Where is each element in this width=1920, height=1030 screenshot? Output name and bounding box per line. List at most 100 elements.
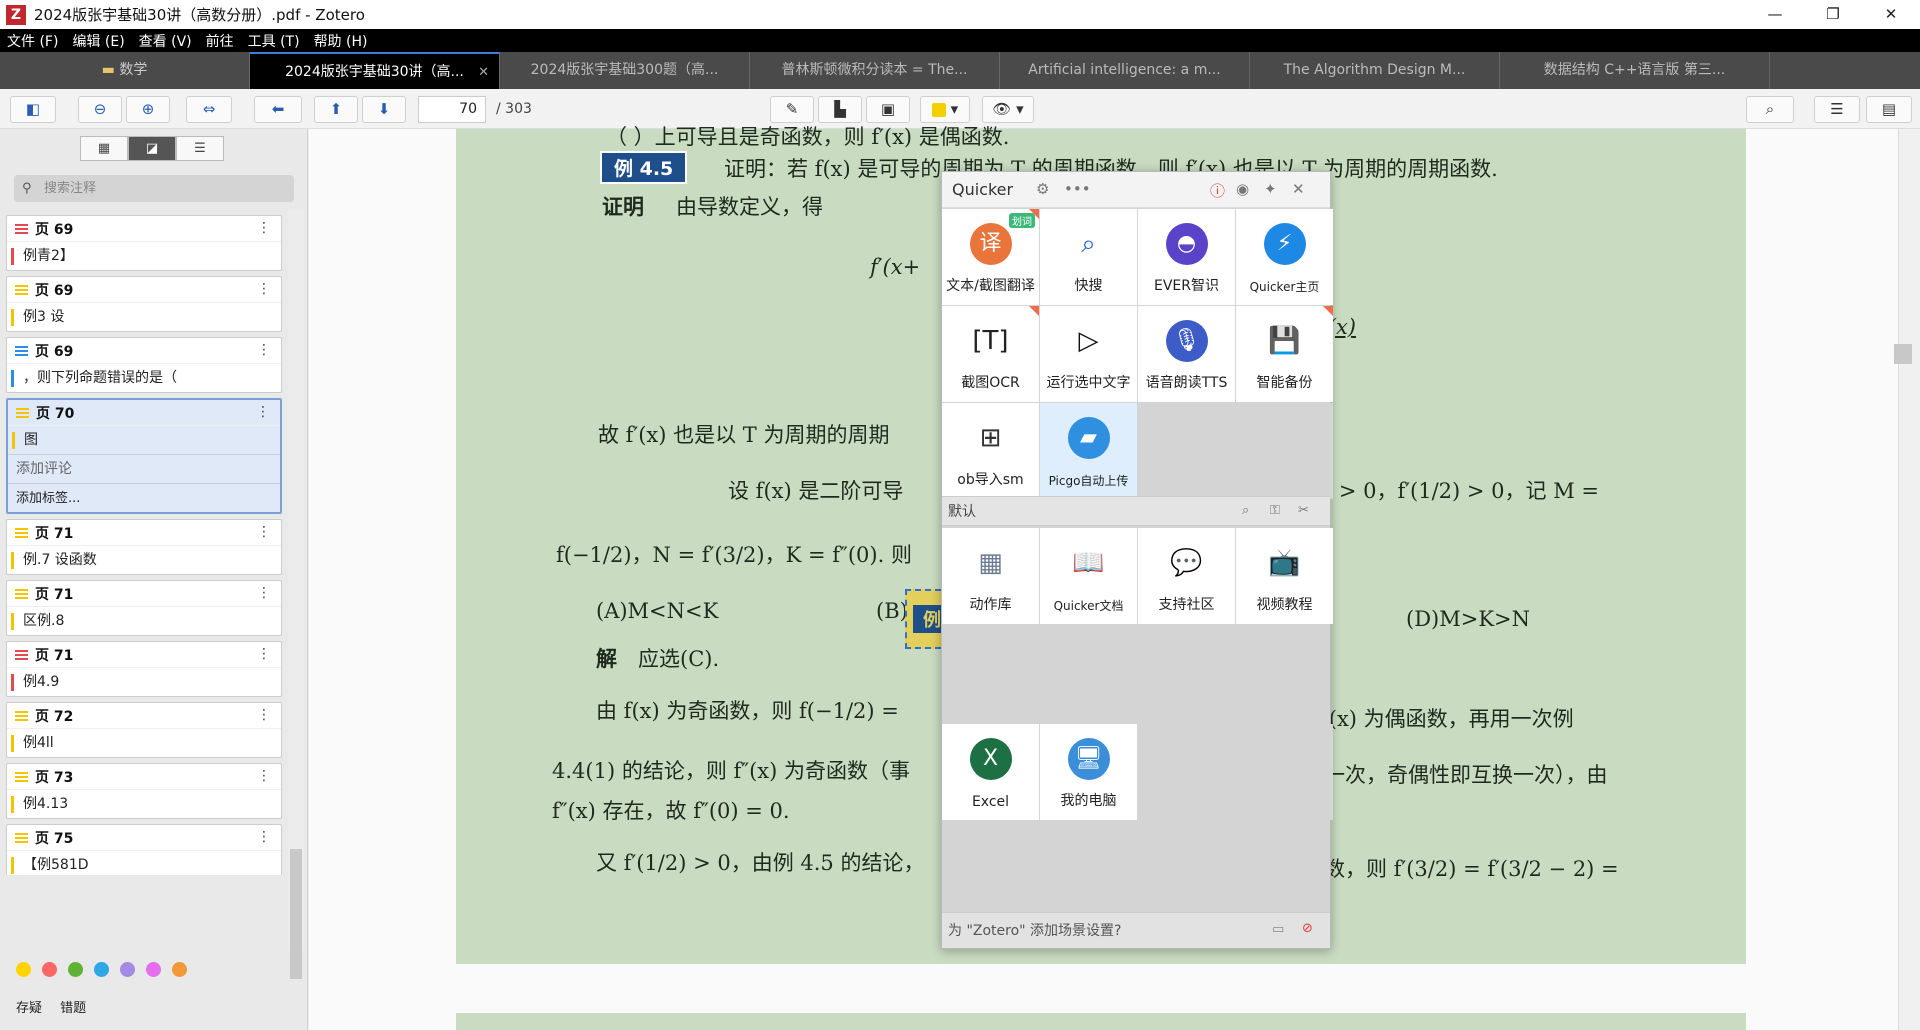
more-icon[interactable]: ⋮ [257, 764, 271, 789]
quicker-action[interactable]: 📖 Quicker文档 [1040, 528, 1137, 624]
color-filter-dot[interactable] [146, 962, 161, 977]
highlight-tool-button[interactable]: ✎ [770, 96, 814, 123]
back-button[interactable]: ⬅ [254, 96, 302, 123]
thumbnails-view-button[interactable]: ▦ [80, 136, 128, 161]
tab-reader[interactable]: The Algorithm Design M... [1250, 52, 1500, 89]
quicker-action[interactable]: ◓ EVER智识 [1138, 209, 1235, 305]
annotation-card[interactable]: 页 71 ⋮ 区例.8 [6, 580, 282, 636]
previous-page-button[interactable]: ⬆ [314, 96, 358, 123]
comment-input[interactable]: 添加评论 [8, 454, 280, 483]
color-filter-dot[interactable] [16, 962, 31, 977]
color-filter-dot[interactable] [68, 962, 83, 977]
annotation-scrollbar[interactable] [288, 211, 304, 951]
more-icon[interactable]: ⋮ [257, 825, 271, 850]
next-page-button[interactable]: ⬇ [362, 96, 406, 123]
quicker-action[interactable]: ▷ 运行选中文字 [1040, 306, 1137, 402]
note-tool-button[interactable]: ▙ [818, 96, 862, 123]
quicker-action[interactable]: 💬 支持社区 [1138, 528, 1235, 624]
menu-tools[interactable]: 工具 (T) [241, 31, 307, 51]
annotation-card[interactable]: 页 75 ⋮ 【例581D [6, 824, 282, 875]
block-icon[interactable]: ⊘ [1302, 921, 1313, 936]
more-icon[interactable]: ⋮ [257, 581, 271, 606]
annotation-card[interactable]: 页 73 ⋮ 例4.13 [6, 763, 282, 819]
toggle-sidebar-button[interactable]: ◧ [10, 96, 56, 123]
annotation-card[interactable]: 页 72 ⋮ 例4ll [6, 702, 282, 758]
page-number-input[interactable]: 70 [418, 96, 486, 123]
menu-edit[interactable]: 编辑 (E) [65, 31, 131, 51]
annotation-card[interactable]: 页 71 ⋮ 例4.9 [6, 641, 282, 697]
zoom-out-button[interactable]: ⊖ [78, 96, 122, 123]
minimize-button[interactable]: — [1746, 0, 1804, 29]
annotation-card[interactable]: 页 69 ⋮ ，则下列命题错误的是（ [6, 337, 282, 393]
more-icon[interactable]: ⋮ [257, 216, 271, 241]
annotation-card[interactable]: 页 71 ⋮ 例.7 设函数 [6, 519, 282, 575]
zoom-in-button[interactable]: ⊕ [126, 96, 170, 123]
area-tool-button[interactable]: ▣ [866, 96, 910, 123]
quicker-action[interactable]: X Excel [942, 724, 1039, 820]
more-icon[interactable]: ⋮ [257, 642, 271, 667]
quicker-action[interactable]: 🖥 我的电脑 [1040, 724, 1137, 820]
close-button[interactable]: ✕ [1862, 0, 1920, 29]
tab-reader[interactable]: 2024版张宇基础300题（高... [500, 52, 750, 89]
more-icon[interactable]: ⋮ [257, 277, 271, 302]
annotation-search-input[interactable]: ⚲ 搜索注释 [14, 175, 294, 202]
annotations-view-button[interactable]: ◪ [128, 136, 176, 161]
more-icon[interactable]: ⋮ [257, 520, 271, 545]
color-picker-button[interactable]: ▾ [920, 96, 970, 123]
more-icon[interactable]: ⋮ [257, 338, 271, 363]
quicker-action[interactable]: 译文本/截图翻译 划词 [942, 209, 1039, 305]
gear-icon[interactable]: ⚙ [1036, 180, 1049, 198]
user-icon[interactable]: ◉ [1236, 180, 1249, 198]
menu-view[interactable]: 查看 (V) [132, 31, 199, 51]
viewer-scrollbar-thumb[interactable] [1894, 344, 1912, 364]
menu-file[interactable]: 文件 (F) [0, 31, 65, 51]
color-filter-dot[interactable] [120, 962, 135, 977]
more-icon[interactable]: ••• [1064, 180, 1091, 198]
color-filter-dot[interactable] [94, 962, 109, 977]
menu-go[interactable]: 前往 [199, 31, 241, 51]
tab-reader[interactable]: 数据结构 C++语言版 第三... [1500, 52, 1770, 89]
scrollbar-thumb[interactable] [290, 849, 302, 979]
outline-view-button[interactable]: ☰ [176, 136, 224, 161]
quicker-action[interactable]: ⌕ 快搜 [1040, 209, 1137, 305]
close-icon[interactable]: ✕ [1292, 180, 1305, 198]
notes-pane-button[interactable]: ▤ [1866, 96, 1912, 123]
viewer-scrollbar[interactable] [1898, 129, 1920, 1030]
tag-filter[interactable]: 错题 [60, 1001, 86, 1016]
search-icon[interactable]: ⌕ [1242, 503, 1249, 518]
lock-icon[interactable]: ⚿ [1270, 503, 1280, 518]
tab-reader-active[interactable]: 2024版张宇基础30讲（高... ✕ [250, 52, 500, 89]
tools-icon[interactable]: ✂ [1298, 503, 1309, 518]
quicker-action[interactable]: ⊞ ob导入sm [942, 403, 1039, 499]
tab-library[interactable]: ▬ 数学 [0, 52, 250, 89]
quicker-action[interactable]: 🎙 语音朗读TTS [1138, 306, 1235, 402]
annotation-card[interactable]: 页 70 ⋮ 图添加评论 添加标签... [6, 398, 282, 514]
quicker-action[interactable]: ▦ 动作库 [942, 528, 1039, 624]
more-icon[interactable]: ⋮ [257, 703, 271, 728]
quicker-action[interactable]: 💾 智能备份 [1236, 306, 1333, 402]
tab-close-icon[interactable]: ✕ [478, 54, 489, 89]
alert-icon[interactable]: ⓘ [1210, 180, 1225, 201]
quicker-action[interactable]: ⚡ Quicker主页 [1236, 209, 1333, 305]
tab-reader[interactable]: 普林斯顿微积分读本 = The... [750, 52, 1000, 89]
tag-filter[interactable]: 存疑 [16, 1001, 42, 1016]
context-pane-button[interactable]: ☰ [1814, 96, 1860, 123]
scene-settings-link[interactable]: 为 "Zotero" 添加场景设置? [948, 913, 1121, 949]
pin-icon[interactable]: ✦ [1264, 180, 1277, 198]
view-options-button[interactable]: 👁 ▾ [982, 96, 1034, 123]
menu-help[interactable]: 帮助 (H) [307, 31, 375, 51]
add-tag-button[interactable]: 添加标签... [8, 483, 280, 512]
more-icon[interactable]: ⋮ [256, 400, 270, 425]
zoom-fit-button[interactable]: ⇔ [186, 96, 232, 123]
color-filter-dot[interactable] [172, 962, 187, 977]
restore-button[interactable]: ❐ [1804, 0, 1862, 29]
color-filter-dot[interactable] [42, 962, 57, 977]
quicker-action[interactable]: ▰ Picgo自动上传 [1040, 403, 1137, 499]
quicker-action[interactable]: [T] 截图OCR [942, 306, 1039, 402]
annotation-card[interactable]: 页 69 ⋮ 例3 设 [6, 276, 282, 332]
tab-reader[interactable]: Artificial intelligence: a m... [1000, 52, 1250, 89]
folder-icon[interactable]: ▭ [1272, 922, 1284, 937]
annotation-card[interactable]: 页 69 ⋮ 例青2】 [6, 215, 282, 271]
quicker-action[interactable]: 📺 视频教程 [1236, 528, 1333, 624]
find-button[interactable]: ⌕ [1746, 96, 1794, 123]
